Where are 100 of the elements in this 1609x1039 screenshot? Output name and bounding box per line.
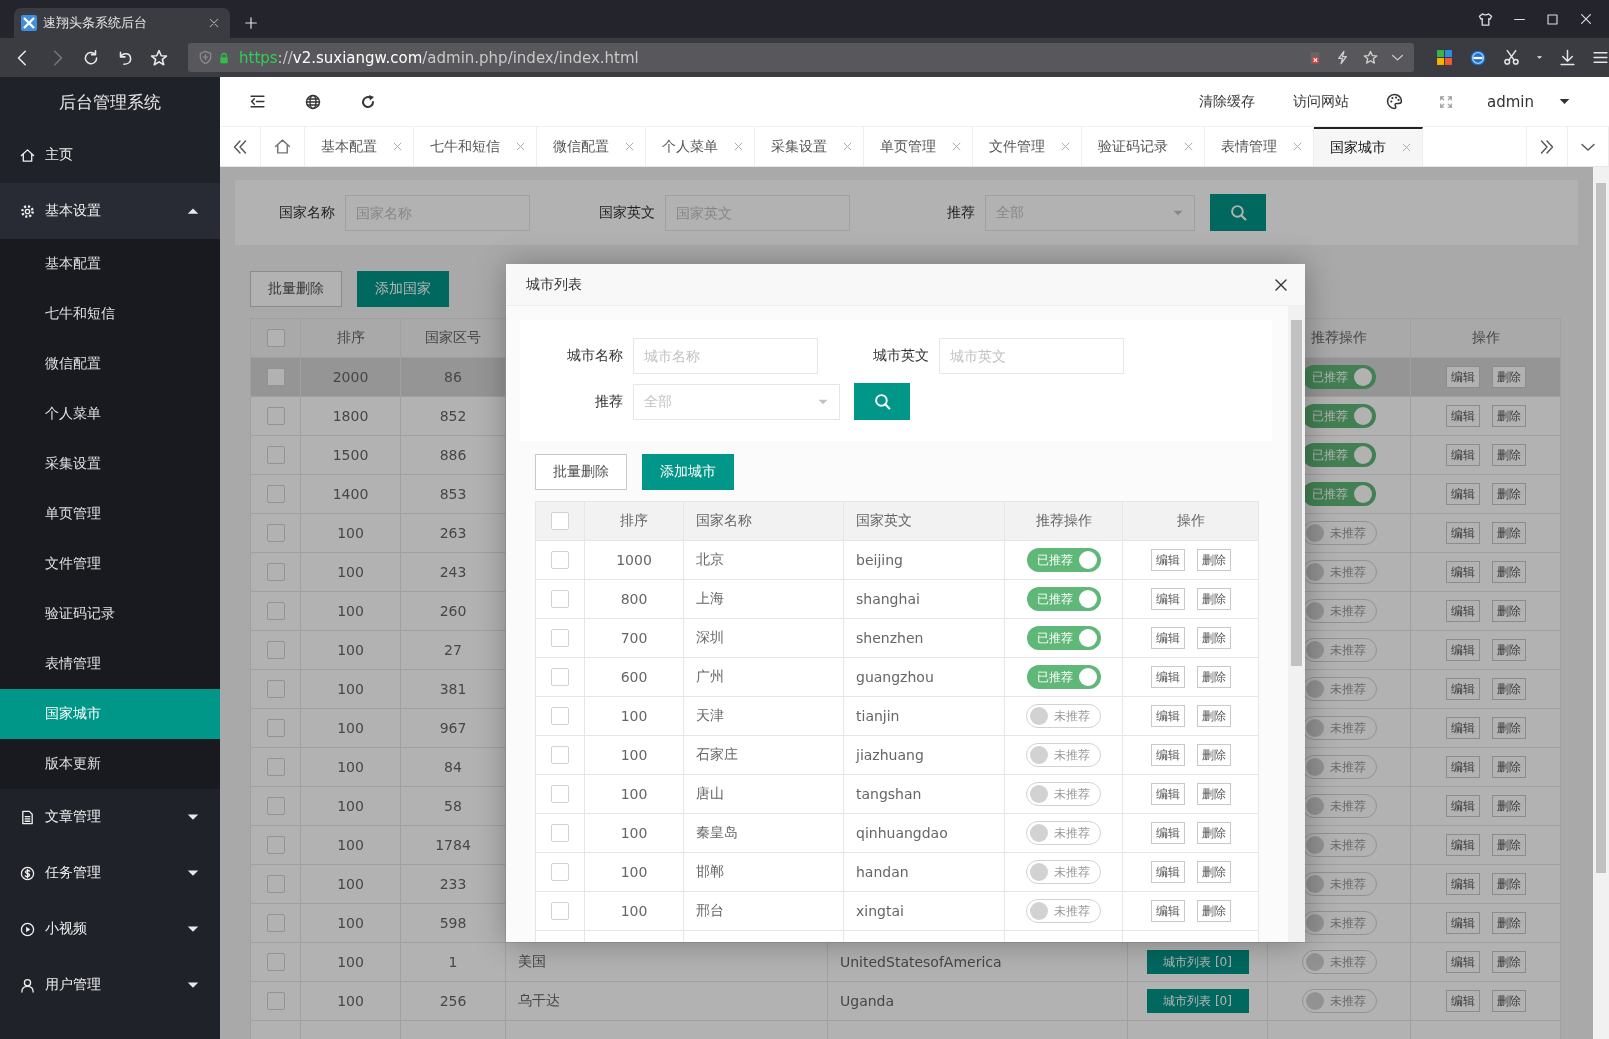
delete-button[interactable]: 删除: [1491, 990, 1526, 1012]
checkbox[interactable]: [266, 836, 285, 854]
checkbox[interactable]: [266, 992, 285, 1010]
edit-button[interactable]: 编辑: [1445, 795, 1480, 817]
refresh-icon[interactable]: [360, 93, 376, 110]
edit-button[interactable]: 编辑: [1445, 561, 1480, 583]
edit-button[interactable]: 编辑: [1445, 951, 1480, 973]
address-field[interactable]: https://v2.suxiangw.com/admin.php/index/index.html: [188, 43, 1414, 72]
delete-button[interactable]: 删除: [1491, 951, 1526, 973]
checkbox[interactable]: [266, 641, 285, 659]
delete-button[interactable]: 删除: [1491, 522, 1526, 544]
page-tab[interactable]: 个人菜单: [646, 127, 755, 166]
edit-button[interactable]: 编辑: [1445, 600, 1480, 622]
checkbox[interactable]: [551, 785, 569, 803]
search-button[interactable]: [854, 383, 910, 420]
header-link[interactable]: 访问网站: [1274, 92, 1368, 111]
page-tab[interactable]: 国家城市: [1314, 127, 1423, 166]
grid-icon[interactable]: [1436, 49, 1453, 66]
page-tab[interactable]: 基本配置: [305, 127, 414, 166]
close-icon[interactable]: [1579, 12, 1593, 26]
edit-button[interactable]: 编辑: [1150, 744, 1185, 766]
delete-button[interactable]: 删除: [1196, 822, 1231, 844]
nav-subitem[interactable]: 个人菜单: [0, 389, 220, 439]
delete-button[interactable]: 删除: [1196, 666, 1231, 688]
reload-icon[interactable]: [82, 48, 100, 67]
scrollbar[interactable]: [1288, 306, 1305, 942]
shirt-icon[interactable]: [1478, 11, 1493, 27]
search-button[interactable]: [1210, 194, 1266, 231]
circle-icon[interactable]: [1469, 48, 1487, 67]
globe-icon[interactable]: [305, 93, 321, 110]
input-field[interactable]: 城市英文: [939, 338, 1124, 374]
user-menu[interactable]: admin: [1471, 92, 1609, 111]
edit-button[interactable]: 编辑: [1445, 678, 1480, 700]
delete-button[interactable]: 删除: [1196, 783, 1231, 805]
nav-subitem[interactable]: 版本更新: [0, 739, 220, 789]
toggle-switch[interactable]: 未推荐: [1026, 782, 1101, 806]
delete-button[interactable]: 删除: [1196, 900, 1231, 922]
edit-button[interactable]: 编辑: [1150, 783, 1185, 805]
add-button[interactable]: 添加国家: [357, 271, 449, 307]
page-tab[interactable]: 采集设置: [755, 127, 864, 166]
delete-button[interactable]: 删除: [1196, 861, 1231, 883]
input-field[interactable]: 城市名称: [633, 338, 818, 374]
batch-delete-button[interactable]: 批量删除: [250, 271, 342, 307]
menu-fold-icon[interactable]: [249, 93, 266, 110]
checkbox[interactable]: [266, 602, 285, 620]
delete-button[interactable]: 删除: [1491, 483, 1526, 505]
toggle-switch[interactable]: 未推荐: [1026, 821, 1101, 845]
caret-icon[interactable]: [1536, 54, 1543, 61]
table-row[interactable]: 100 1 美国 UnitedStatesofAmerica 城市列表 [0] 未推荐 编辑 删除: [250, 942, 1561, 982]
checkbox[interactable]: [551, 512, 569, 530]
delete-button[interactable]: 删除: [1491, 834, 1526, 856]
checkbox[interactable]: [551, 746, 569, 764]
edit-button[interactable]: 编辑: [1445, 444, 1480, 466]
edit-button[interactable]: 编辑: [1445, 639, 1480, 661]
delete-button[interactable]: 删除: [1196, 744, 1231, 766]
star-icon[interactable]: [150, 48, 168, 67]
table-row[interactable]: 100 256 乌干达 Uganda 城市列表 [0] 未推荐 编辑 删除: [250, 981, 1561, 1021]
page-tab[interactable]: 验证码记录: [1082, 127, 1205, 166]
edit-button[interactable]: 编辑: [1150, 588, 1185, 610]
nav-item[interactable]: 基本设置: [0, 183, 220, 239]
checkbox[interactable]: [551, 824, 569, 842]
nav-item[interactable]: 文章管理: [0, 789, 220, 845]
toggle-switch[interactable]: 未推荐: [1026, 899, 1101, 923]
nav-item[interactable]: 主页: [0, 127, 220, 183]
nav-item[interactable]: 任务管理: [0, 845, 220, 901]
batch-delete-button[interactable]: 批量删除: [535, 454, 627, 490]
nav-subitem[interactable]: 验证码记录: [0, 589, 220, 639]
edit-button[interactable]: 编辑: [1445, 912, 1480, 934]
nav-subitem[interactable]: 基本配置: [0, 239, 220, 289]
star-icon[interactable]: [1363, 50, 1378, 65]
checkbox[interactable]: [266, 797, 285, 815]
edit-button[interactable]: 编辑: [1150, 549, 1185, 571]
checkbox[interactable]: [266, 875, 285, 893]
delete-button[interactable]: 删除: [1491, 678, 1526, 700]
header-link[interactable]: 清除缓存: [1180, 92, 1274, 111]
delete-button[interactable]: 删除: [1196, 705, 1231, 727]
edit-button[interactable]: 编辑: [1445, 873, 1480, 895]
checkbox[interactable]: [266, 563, 285, 581]
edit-button[interactable]: 编辑: [1150, 900, 1185, 922]
edit-button[interactable]: 编辑: [1445, 717, 1480, 739]
edit-button[interactable]: 编辑: [1150, 627, 1185, 649]
delete-button[interactable]: 删除: [1491, 795, 1526, 817]
scissors-icon[interactable]: [1503, 49, 1520, 66]
nav-subitem[interactable]: 国家城市: [0, 689, 220, 739]
checkbox[interactable]: [266, 914, 285, 932]
toggle-switch[interactable]: 未推荐: [1026, 704, 1101, 728]
browser-tab[interactable]: 速翔头条系统后台: [14, 8, 230, 38]
checkbox[interactable]: [551, 668, 569, 686]
new-tab-icon[interactable]: [244, 16, 258, 30]
nav-subitem[interactable]: 单页管理: [0, 489, 220, 539]
checkbox[interactable]: [551, 707, 569, 725]
edit-button[interactable]: 编辑: [1445, 990, 1480, 1012]
delete-button[interactable]: 删除: [1196, 549, 1231, 571]
page-tab[interactable]: 文件管理: [973, 127, 1082, 166]
fullscreen-icon[interactable]: [1439, 94, 1453, 109]
edit-button[interactable]: 编辑: [1445, 405, 1480, 427]
delete-button[interactable]: 删除: [1196, 627, 1231, 649]
checkbox[interactable]: [266, 524, 285, 542]
edit-button[interactable]: 编辑: [1150, 861, 1185, 883]
scroll-right-button[interactable]: [1526, 127, 1568, 166]
